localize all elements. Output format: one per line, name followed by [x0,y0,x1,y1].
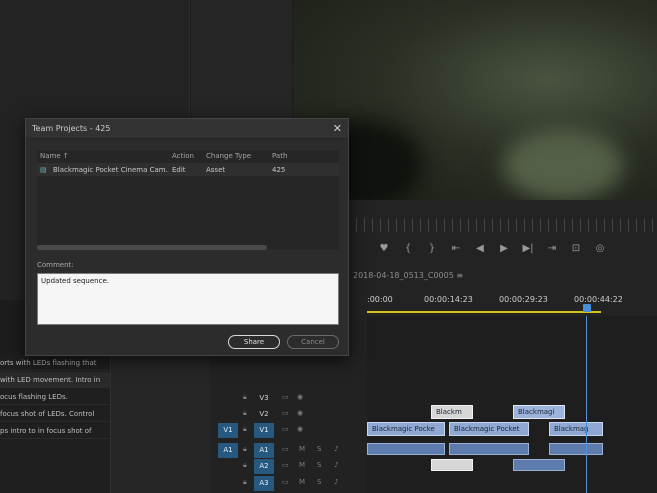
marker-icon[interactable]: ♥ [378,243,390,257]
solo-icon[interactable]: S [317,478,321,486]
track-label: V2 [259,410,269,418]
lock-icon[interactable]: 🔒︎ [243,393,247,402]
timecode-label: 00:00:29:23 [499,295,548,304]
project-list: orts with LEDs flashing that with LED mo… [0,355,110,493]
lock-icon[interactable]: 🔒︎ [243,445,247,454]
lift-icon[interactable]: ⊡ [570,243,582,257]
track-label[interactable]: A3 [254,476,274,491]
track-label: V3 [259,394,269,402]
play-icon[interactable]: ▶ [498,243,510,257]
camera-icon[interactable]: ◎ [594,243,606,257]
mute-icon[interactable]: M [299,461,305,469]
track-label[interactable]: A2 [254,459,274,474]
video-clip[interactable]: Blackmagic Pocket [449,422,529,436]
transport-controls: ♥ { } ⇤ ◀ ▶ ▶| ⇥ ⊡ ◎ [378,243,606,257]
title-clip[interactable]: Blackm [431,405,473,419]
sync-icon[interactable]: ▭ [282,461,289,469]
go-to-out-icon[interactable]: ⇥ [546,243,558,257]
timecode-label: 00:00:14:23 [424,295,473,304]
track-header-v3[interactable]: 🔒︎ V3 ▭ ◉ [210,391,367,406]
column-header-name[interactable]: Name ↑ [40,152,69,160]
microphone-icon[interactable]: ♪ [334,478,338,486]
mark-out-icon[interactable]: } [426,243,438,257]
lock-icon[interactable]: 🔒︎ [243,478,247,487]
audio-clip[interactable] [549,443,603,455]
track-header-a2[interactable]: 🔒︎ A2 ▭ M S ♪ [210,459,367,474]
track-label[interactable]: V1 [254,423,274,438]
sync-icon[interactable]: ▭ [282,425,289,433]
eye-icon[interactable]: ◉ [297,425,303,433]
changes-table: Name ↑ Action Change Type Path ▤ Blackma… [37,150,339,250]
title-clip[interactable]: Blackmagi [513,405,565,419]
timecode-label: 00:00:44:22 [574,295,623,304]
microphone-icon[interactable]: ♪ [334,461,338,469]
comment-label: Comment: [37,261,74,269]
eye-icon[interactable]: ◉ [297,409,303,417]
cancel-button[interactable]: Cancel [287,335,339,349]
audio-clip[interactable] [431,459,473,471]
sync-icon[interactable]: ▭ [282,393,289,401]
track-header-a1[interactable]: A1 🔒︎ A1 ▭ M S ♪ [210,443,367,458]
list-item[interactable]: ps intro to in focus shot of [0,423,110,439]
lock-icon[interactable]: 🔒︎ [243,409,247,418]
source-patch-v1[interactable]: V1 [218,423,238,438]
list-item[interactable]: focus shot of LEDs. Control [0,406,110,422]
share-button[interactable]: Share [228,335,280,349]
row-change-type: Asset [206,166,226,174]
sync-icon[interactable]: ▭ [282,478,289,486]
audio-clip[interactable] [367,443,445,455]
list-item[interactable]: ocus flashing LEDs. [0,389,110,405]
sync-icon[interactable]: ▭ [282,409,289,417]
mute-icon[interactable]: M [299,478,305,486]
work-area-bar[interactable] [367,311,601,313]
column-header-action[interactable]: Action [172,152,194,160]
timecode-label: :00:00 [367,295,393,304]
audio-clip[interactable] [513,459,565,471]
eye-icon[interactable]: ◉ [297,393,303,401]
timeline-tracks[interactable]: Blackm Blackmagi Blackmagic Pocke Blackm… [367,316,657,493]
audio-clip[interactable] [449,443,529,455]
dialog-title: Team Projects - 425 [32,124,111,133]
microphone-icon[interactable]: ♪ [334,445,338,453]
source-patch-a1[interactable]: A1 [218,443,238,458]
video-clip[interactable]: Blackmagic Pocke [367,422,445,436]
monitor-ruler[interactable] [348,218,657,232]
bin-strip [110,355,210,493]
solo-icon[interactable]: S [317,461,321,469]
lock-icon[interactable]: 🔒︎ [243,461,247,470]
track-label[interactable]: A1 [254,443,274,458]
track-header-a3[interactable]: 🔒︎ A3 ▭ M S ♪ [210,476,367,491]
row-path: 425 [272,166,286,174]
track-header-v1[interactable]: V1 🔒︎ V1 ▭ ◉ [210,423,367,438]
horizontal-scrollbar[interactable] [37,245,267,250]
sequence-icon: ▤ [40,166,47,174]
close-icon[interactable]: ✕ [333,122,342,135]
track-header-v2[interactable]: 🔒︎ V2 ▭ ◉ [210,407,367,422]
row-name: Blackmagic Pocket Cinema Cam... [53,166,168,174]
dialog-titlebar[interactable]: Team Projects - 425 ✕ [26,119,348,139]
team-projects-dialog: Team Projects - 425 ✕ Name ↑ Action Chan… [25,118,349,356]
playhead-handle[interactable] [583,304,591,312]
solo-icon[interactable]: S [317,445,321,453]
video-clip[interactable]: Blackmag [549,422,603,436]
list-item[interactable]: with LED movement. Intro in [0,372,110,388]
lock-icon[interactable]: 🔒︎ [243,425,247,434]
mark-in-icon[interactable]: { [402,243,414,257]
step-back-icon[interactable]: ◀ [474,243,486,257]
step-forward-icon[interactable]: ▶| [522,243,534,257]
row-action: Edit [172,166,186,174]
comment-input[interactable]: Updated sequence. [37,273,339,325]
column-header-path[interactable]: Path [272,152,287,160]
column-header-change-type[interactable]: Change Type [206,152,251,160]
sync-icon[interactable]: ▭ [282,445,289,453]
blur-shape [503,130,623,200]
mute-icon[interactable]: M [299,445,305,453]
list-item[interactable]: orts with LEDs flashing that [0,355,110,371]
playhead-line [586,316,587,493]
go-to-in-icon[interactable]: ⇤ [450,243,462,257]
